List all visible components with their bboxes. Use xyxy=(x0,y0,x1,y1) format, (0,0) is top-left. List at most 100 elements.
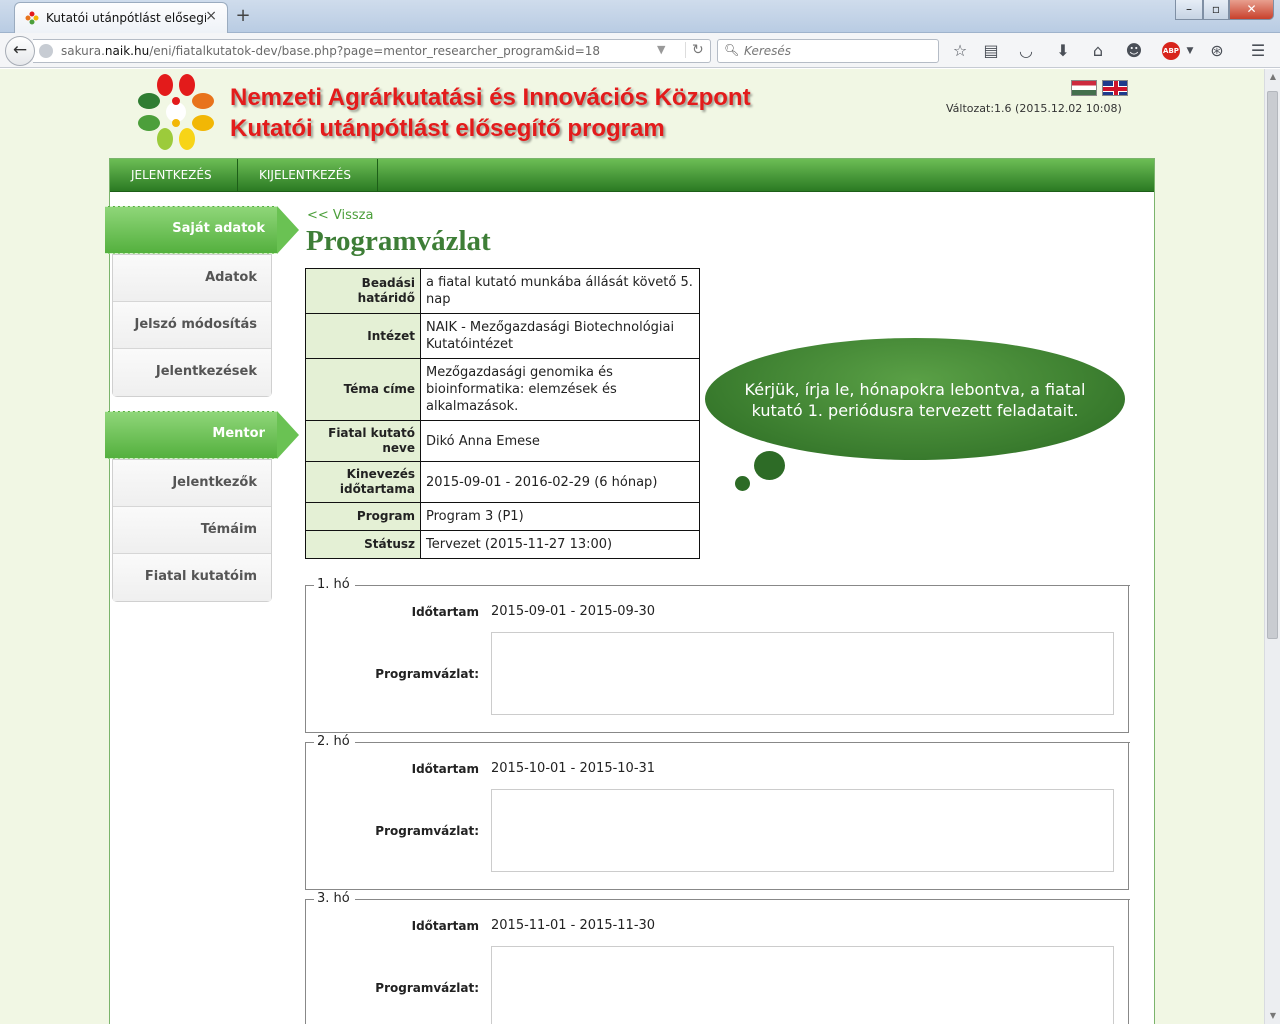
site-favicon-icon xyxy=(25,11,39,25)
tab-close-icon[interactable]: × xyxy=(205,8,217,24)
bookmark-star-icon[interactable]: ☆ xyxy=(950,41,970,61)
browser-tab-strip: Kutatói utánpótlást elősegí... × + – ▫ ✕ xyxy=(0,0,1280,33)
bubble-dot-large xyxy=(754,451,785,480)
browser-navbar: sakura.naik.hu/eni/fiatalkutatok-dev/bas… xyxy=(0,33,1280,68)
brand-title-line2: Kutatói utánpótlást elősegítő program xyxy=(230,115,665,142)
sidebar-section-sajat-adatok: Saját adatok xyxy=(105,206,299,254)
sidebar-item-temaim[interactable]: Témáim xyxy=(113,507,271,554)
instruction-bubble: Kérjük, írja le, hónapokra lebontva, a f… xyxy=(705,338,1125,460)
program-label: Programvázlat: xyxy=(375,981,479,995)
row-label: Téma címe xyxy=(305,358,421,421)
sidebar-item-adatok[interactable]: Adatok xyxy=(113,255,271,302)
row-value: NAIK - Mezőgazdasági Biotechnológiai Kut… xyxy=(420,313,700,359)
sidebar-item-jelentkezok[interactable]: Jelentkezők xyxy=(113,460,271,507)
table-row: Téma címe Mezőgazdasági genomika és bioin… xyxy=(305,358,700,421)
adblock-dropdown-icon[interactable]: ▼ xyxy=(1180,41,1200,61)
url-text[interactable]: sakura.naik.hu/eni/fiatalkutatok-dev/bas… xyxy=(61,44,600,58)
back-arrow-icon[interactable]: ← xyxy=(5,36,35,66)
duration-label: Időtartam xyxy=(411,762,479,776)
search-input[interactable]: 🔍︎ Keresés xyxy=(717,39,939,63)
web-icon[interactable]: ⊛ xyxy=(1207,41,1227,61)
page-viewport: Nemzeti Agrárkutatási és Innovációs Közp… xyxy=(0,69,1264,1024)
sidebar-section-title: Saját adatok xyxy=(172,221,265,236)
month-fieldset: 1. hó Időtartam 2015-09-01 - 2015-09-30 … xyxy=(305,577,1130,733)
duration-value: 2015-09-01 - 2015-09-30 xyxy=(491,604,656,619)
adblock-icon[interactable]: ABP xyxy=(1162,42,1180,60)
row-value: a fiatal kutató munkába állását követő 5… xyxy=(420,268,700,314)
month-fieldset: 2. hó Időtartam 2015-10-01 - 2015-10-31 … xyxy=(305,734,1130,890)
duration-value: 2015-11-01 - 2015-11-30 xyxy=(491,918,656,933)
duration-value: 2015-10-01 - 2015-10-31 xyxy=(491,761,656,776)
search-icon: 🔍︎ xyxy=(724,43,740,57)
month-legend: 3. hó xyxy=(317,891,350,906)
program-label: Programvázlat: xyxy=(375,667,479,681)
row-value: Mezőgazdasági genomika és bioinformatika… xyxy=(420,358,700,421)
table-row: Beadási határidő a fiatal kutató munkába … xyxy=(305,268,700,314)
menu-item-kijelentkezes[interactable]: KIJELENTKEZÉS xyxy=(238,159,378,192)
row-label: Fiatal kutató neve xyxy=(305,420,421,462)
globe-icon xyxy=(39,44,53,58)
row-label: Program xyxy=(305,502,421,531)
sidebar-section-title: Mentor xyxy=(212,426,265,441)
program-textarea[interactable] xyxy=(491,789,1114,872)
url-bar[interactable]: sakura.naik.hu/eni/fiatalkutatok-dev/bas… xyxy=(33,39,711,63)
scroll-up-icon[interactable]: ▲ xyxy=(1265,69,1280,85)
row-value: 2015-09-01 - 2016-02-29 (6 hónap) xyxy=(420,461,700,503)
tab-title: Kutatói utánpótlást elősegí... xyxy=(46,11,206,25)
new-tab-button[interactable]: + xyxy=(234,5,252,26)
home-icon[interactable]: ⌂ xyxy=(1088,41,1108,61)
reading-list-icon[interactable]: ▤ xyxy=(981,41,1001,61)
duration-label: Időtartam xyxy=(411,605,479,619)
version-info: Változat:1.6 (2015.12.02 10:08) xyxy=(946,102,1122,115)
program-textarea[interactable] xyxy=(491,946,1114,1024)
month-fieldset: 3. hó Időtartam 2015-11-01 - 2015-11-30 … xyxy=(305,891,1130,1024)
hamburger-menu-icon[interactable]: ☰ xyxy=(1248,41,1268,61)
search-placeholder: Keresés xyxy=(744,44,792,58)
pocket-icon[interactable]: ◡ xyxy=(1016,41,1036,61)
window-minimize-button[interactable]: – xyxy=(1175,0,1203,20)
smiley-icon[interactable]: ☻ xyxy=(1124,41,1144,61)
table-row: Fiatal kutató neve Dikó Anna Emese xyxy=(305,420,700,462)
english-flag-icon[interactable] xyxy=(1102,80,1128,96)
info-table: Beadási határidő a fiatal kutató munkába … xyxy=(305,268,700,559)
table-row: Intézet NAIK - Mezőgazdasági Biotechnológ… xyxy=(305,313,700,359)
sidebar-list-mentor: Jelentkezők Témáim Fiatal kutatóim xyxy=(112,459,272,602)
row-label: Intézet xyxy=(305,313,421,359)
program-label: Programvázlat: xyxy=(375,824,479,838)
row-value: Tervezet (2015-11-27 13:00) xyxy=(420,530,700,559)
back-link[interactable]: << Vissza xyxy=(307,208,373,223)
vertical-scrollbar[interactable]: ▲ ▼ xyxy=(1264,69,1280,1024)
duration-label: Időtartam xyxy=(411,919,479,933)
reload-icon[interactable]: ↻ xyxy=(685,42,704,58)
brand-title-line1: Nemzeti Agrárkutatási és Innovációs Közp… xyxy=(230,84,751,111)
month-legend: 2. hó xyxy=(317,734,350,749)
sidebar-item-jelszo-modositas[interactable]: Jelszó módosítás xyxy=(113,302,271,349)
month-legend: 1. hó xyxy=(317,577,350,592)
scrollbar-thumb[interactable] xyxy=(1267,91,1278,639)
row-label: Státusz xyxy=(305,530,421,559)
table-row: Program Program 3 (P1) xyxy=(305,502,700,531)
row-label: Kinevezés időtartama xyxy=(305,461,421,503)
browser-tab[interactable]: Kutatói utánpótlást elősegí... × xyxy=(14,2,228,33)
row-value: Dikó Anna Emese xyxy=(420,420,700,462)
table-row: Státusz Tervezet (2015-11-27 13:00) xyxy=(305,530,700,559)
main-menu: JELENTKEZÉS KIJELENTKEZÉS xyxy=(110,159,1154,192)
sidebar-section-mentor: Mentor xyxy=(105,411,299,459)
naik-logo xyxy=(138,74,214,150)
row-value: Program 3 (P1) xyxy=(420,502,700,531)
window-maximize-button[interactable]: ▫ xyxy=(1203,0,1229,20)
bubble-dot-small xyxy=(735,476,750,491)
hungarian-flag-icon[interactable] xyxy=(1071,80,1097,96)
url-dropdown-icon[interactable]: ▼ xyxy=(657,43,665,56)
scroll-down-icon[interactable]: ▼ xyxy=(1265,1008,1280,1024)
row-label: Beadási határidő xyxy=(305,268,421,314)
sidebar-list-sajat-adatok: Adatok Jelszó módosítás Jelentkezések xyxy=(112,254,272,397)
window-close-button[interactable]: ✕ xyxy=(1229,0,1274,20)
sidebar-item-jelentkezesek[interactable]: Jelentkezések xyxy=(113,349,271,396)
program-textarea[interactable] xyxy=(491,632,1114,715)
sidebar-item-fiatal-kutatoim[interactable]: Fiatal kutatóim xyxy=(113,554,271,601)
page-title: Programvázlat xyxy=(306,225,491,257)
menu-item-jelentkezes[interactable]: JELENTKEZÉS xyxy=(110,159,238,192)
download-icon[interactable]: ⬇ xyxy=(1053,41,1073,61)
table-row: Kinevezés időtartama 2015-09-01 - 2016-02… xyxy=(305,461,700,503)
